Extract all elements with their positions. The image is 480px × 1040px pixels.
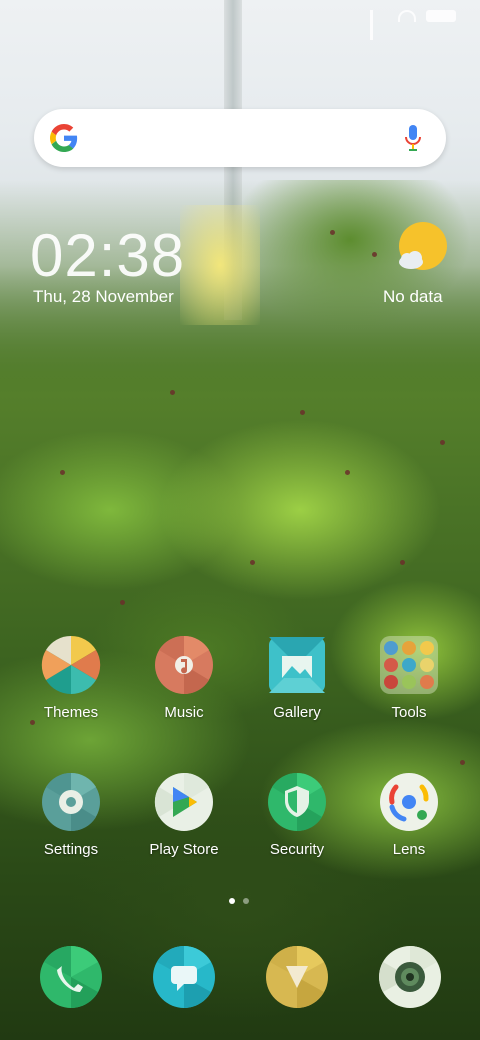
app-label-security: Security xyxy=(269,841,325,858)
app-label-themes: Themes xyxy=(43,704,99,721)
app-gallery[interactable]: Gallery xyxy=(242,632,352,721)
settings-icon xyxy=(42,772,100,832)
wifi-icon xyxy=(398,10,416,22)
dock-camera[interactable] xyxy=(375,942,445,1012)
page-dot-1[interactable] xyxy=(229,898,235,904)
app-label-play-store: Play Store xyxy=(149,841,219,858)
gallery-icon xyxy=(269,637,325,693)
clock-time[interactable]: 02:38 xyxy=(30,224,185,288)
app-play-store[interactable]: Play Store xyxy=(129,769,239,858)
tools-folder-icon xyxy=(380,636,438,694)
page-indicator[interactable] xyxy=(229,898,249,904)
app-themes[interactable]: Themes xyxy=(16,632,126,721)
mic-icon[interactable] xyxy=(404,124,422,152)
google-logo-icon xyxy=(50,124,78,152)
app-label-gallery: Gallery xyxy=(273,704,321,721)
weather-status[interactable]: No data xyxy=(383,287,443,307)
app-label-lens: Lens xyxy=(392,841,426,858)
app-settings[interactable]: Settings xyxy=(16,769,126,858)
weather-sun-cloud-icon[interactable] xyxy=(396,222,448,274)
music-icon xyxy=(155,635,213,695)
battery-icon xyxy=(426,10,456,22)
dock-phone[interactable] xyxy=(36,942,106,1012)
page-dot-2[interactable] xyxy=(243,898,249,904)
app-music[interactable]: Music xyxy=(129,632,239,721)
lens-icon xyxy=(380,773,438,831)
app-label-tools: Tools xyxy=(391,704,427,721)
camera-icon xyxy=(379,946,441,1008)
clock-date[interactable]: Thu, 28 November xyxy=(33,287,174,307)
app-tools-folder[interactable]: Tools xyxy=(354,632,464,721)
security-icon xyxy=(268,772,326,832)
phone-icon xyxy=(40,946,102,1008)
app-lens[interactable]: Lens xyxy=(354,769,464,858)
messages-icon xyxy=(153,946,215,1008)
wallpaper-highlight xyxy=(180,205,260,325)
browser-icon xyxy=(266,946,328,1008)
themes-icon xyxy=(41,635,101,695)
dock-messages[interactable] xyxy=(149,942,219,1012)
app-security[interactable]: Security xyxy=(242,769,352,858)
status-bar xyxy=(370,10,456,40)
signal-icon xyxy=(370,10,388,40)
app-label-music: Music xyxy=(164,704,204,721)
play-store-icon xyxy=(154,772,213,831)
google-search-bar[interactable] xyxy=(34,109,446,167)
dock-browser[interactable] xyxy=(262,942,332,1012)
app-label-settings: Settings xyxy=(43,841,99,858)
